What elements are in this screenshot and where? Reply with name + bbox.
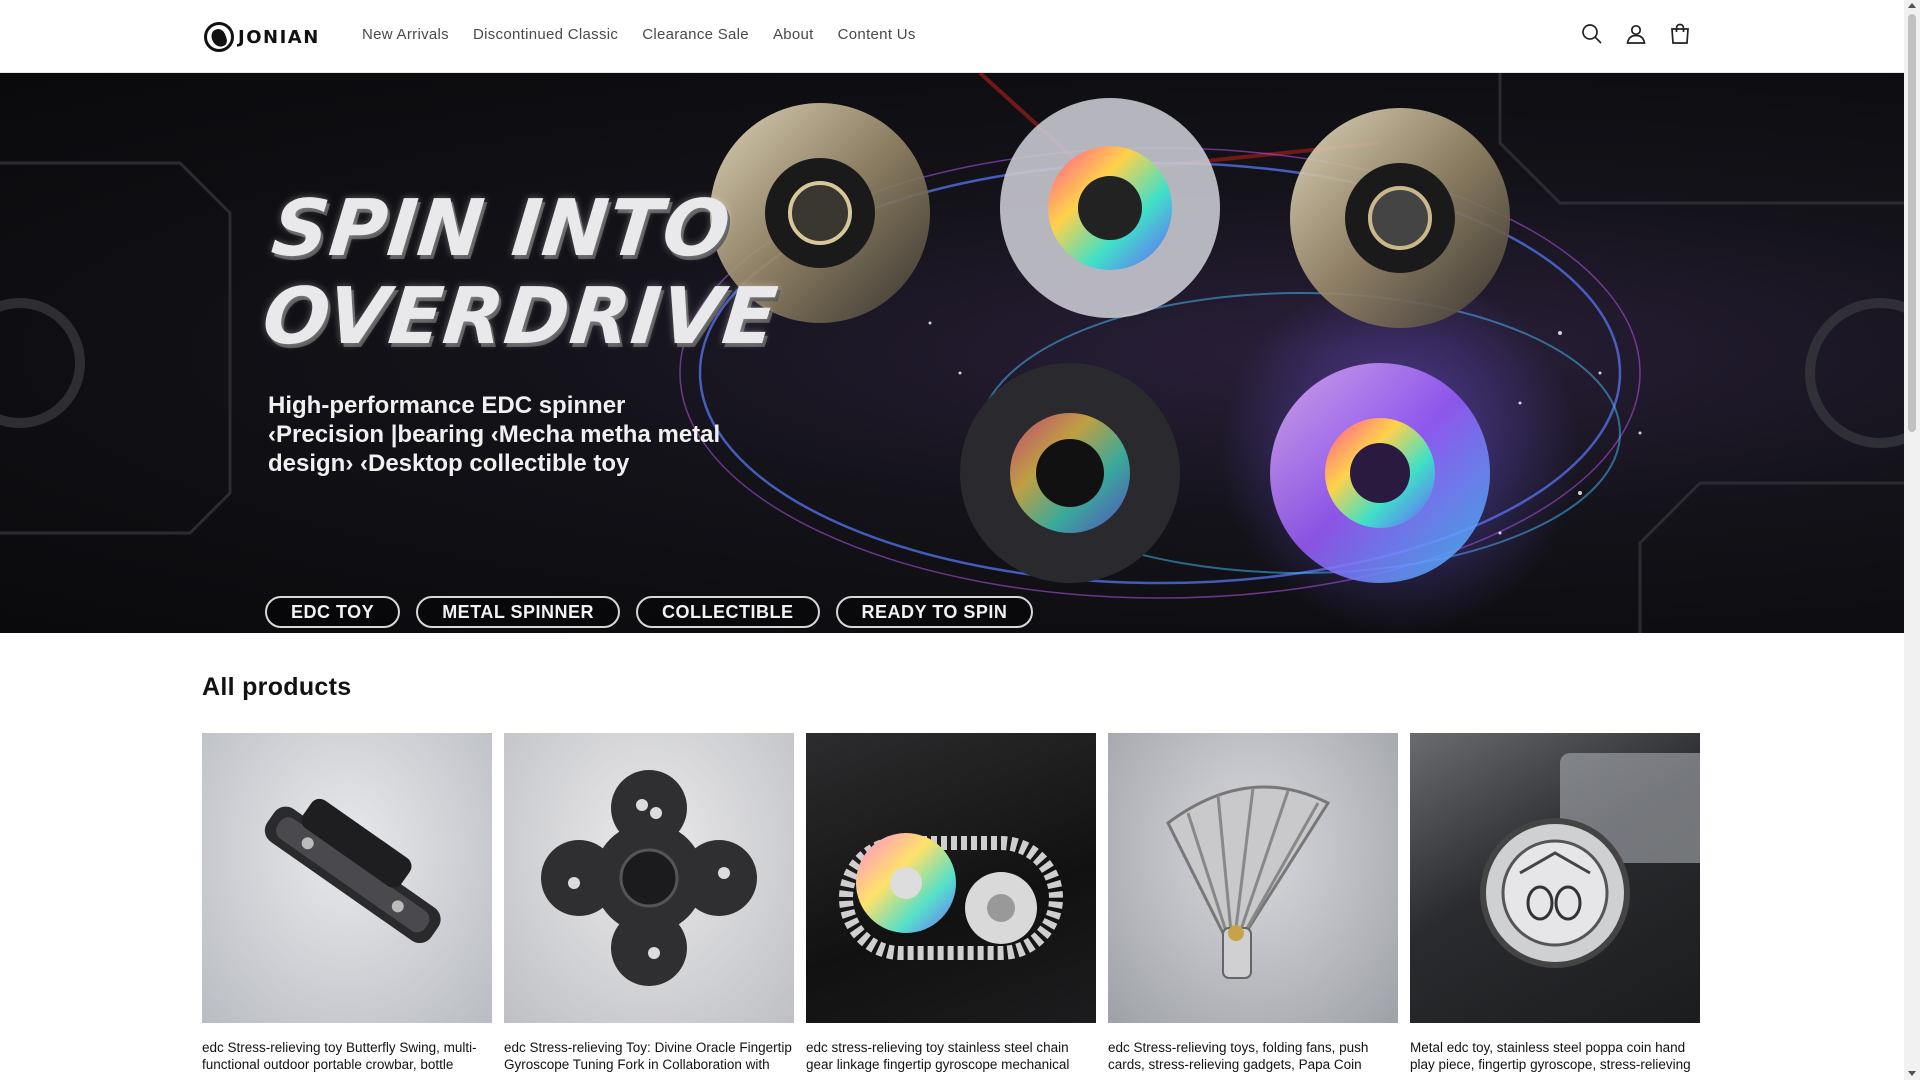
product-image[interactable]: [1410, 733, 1700, 1023]
spinner-dark: [960, 363, 1180, 583]
hero-tags: EDC TOY METAL SPINNER COLLECTIBLE READY …: [265, 596, 1034, 628]
nav-clearance-sale[interactable]: Clearance Sale: [630, 26, 761, 43]
hero-title-line1: SPIN INTO: [267, 184, 735, 274]
section-title: All products: [202, 673, 352, 701]
product-image[interactable]: [202, 733, 492, 1023]
nav-about[interactable]: About: [761, 26, 826, 43]
logo-icon: [204, 22, 234, 52]
scroll-down-arrow-icon[interactable]: [1908, 1071, 1916, 1076]
search-icon[interactable]: [1580, 22, 1604, 46]
main-nav: New Arrivals Discontinued Classic Cleara…: [350, 26, 928, 43]
hero-title-line2: OVERDRIVE: [258, 272, 782, 362]
nav-content-us[interactable]: Content Us: [826, 26, 928, 43]
logo-text: JONIAN: [238, 26, 320, 48]
brand-logo[interactable]: JONIAN: [204, 20, 320, 54]
product-card[interactable]: edc stress-relieving toy stainless steel…: [806, 733, 1096, 1073]
product-title[interactable]: Metal edc toy, stainless steel poppa coi…: [1410, 1039, 1700, 1073]
product-card[interactable]: edc Stress-relieving toys, folding fans,…: [1108, 733, 1398, 1073]
hero-subtitle: High-performance EDC spinner ‹Precision …: [268, 392, 721, 477]
cart-icon[interactable]: [1668, 22, 1692, 46]
tag-collectible: COLLECTIBLE: [636, 596, 820, 628]
hero-banner[interactable]: SPIN INTO OVERDRIVE High-performance EDC…: [0, 73, 1904, 633]
product-image[interactable]: [504, 733, 794, 1023]
nav-new-arrivals[interactable]: New Arrivals: [350, 26, 461, 43]
spinner-gold-right: [1290, 108, 1510, 328]
spinner-rainbow: [1000, 98, 1220, 318]
product-card[interactable]: Metal edc toy, stainless steel poppa coi…: [1410, 733, 1700, 1073]
header-icons: [1580, 22, 1692, 46]
product-title[interactable]: edc Stress-relieving Toy: Divine Oracle …: [504, 1039, 794, 1073]
scroll-up-arrow-icon[interactable]: [1908, 3, 1916, 8]
product-image[interactable]: [806, 733, 1096, 1023]
product-title[interactable]: edc Stress-relieving toy Butterfly Swing…: [202, 1039, 492, 1073]
hero-title: SPIN INTO OVERDRIVE: [258, 184, 791, 362]
tag-metal-spinner: METAL SPINNER: [416, 596, 621, 628]
site-header: JONIAN New Arrivals Discontinued Classic…: [0, 0, 1904, 73]
spinner-purple: [1270, 363, 1490, 583]
product-title[interactable]: edc Stress-relieving toys, folding fans,…: [1108, 1039, 1398, 1073]
account-icon[interactable]: [1624, 22, 1648, 46]
product-title[interactable]: edc stress-relieving toy stainless steel…: [806, 1039, 1096, 1073]
page-scrollbar[interactable]: [1904, 0, 1920, 1080]
scrollbar-thumb[interactable]: [1908, 14, 1916, 432]
tag-ready-to-spin: READY TO SPIN: [835, 596, 1034, 628]
product-grid: edc Stress-relieving toy Butterfly Swing…: [202, 733, 1700, 1073]
product-card[interactable]: edc Stress-relieving toy Butterfly Swing…: [202, 733, 492, 1073]
tag-edc-toy: EDC TOY: [265, 596, 401, 628]
nav-discontinued-classic[interactable]: Discontinued Classic: [461, 26, 630, 43]
product-card[interactable]: edc Stress-relieving Toy: Divine Oracle …: [504, 733, 794, 1073]
product-image[interactable]: [1108, 733, 1398, 1023]
